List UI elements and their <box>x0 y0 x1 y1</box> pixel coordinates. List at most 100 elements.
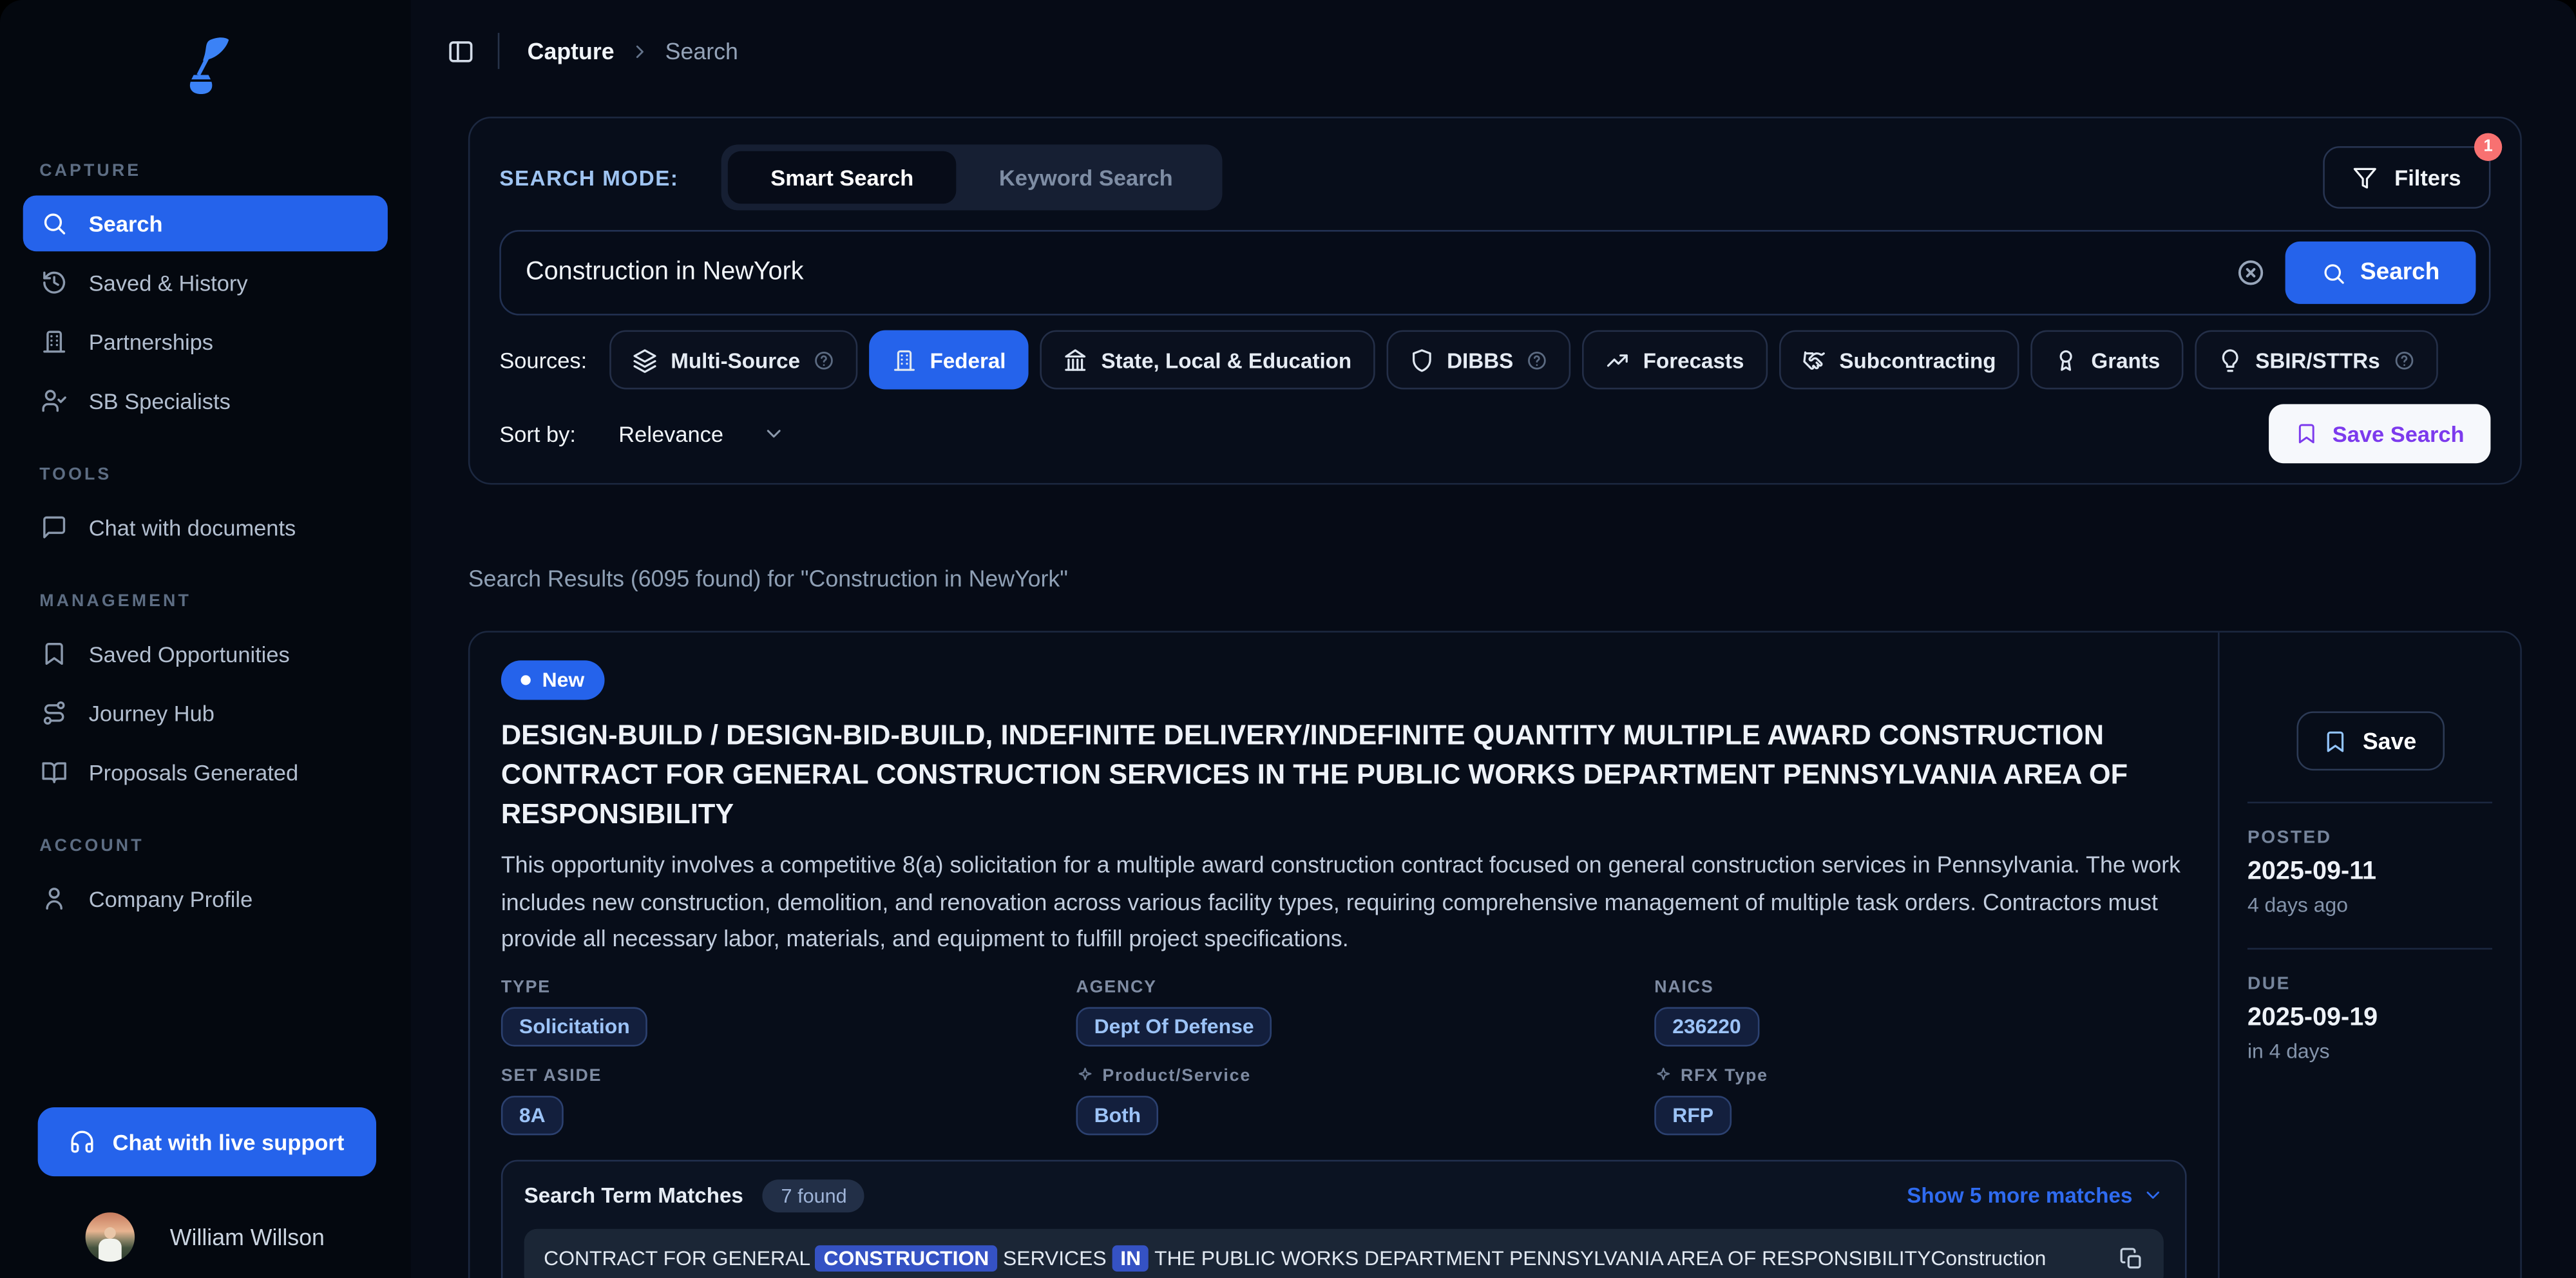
book-open-icon <box>41 759 68 785</box>
result-card-rail: Save POSTED 2025-09-11 4 days ago DUE 20… <box>2218 633 2520 1278</box>
results-summary: Search Results (6095 found) for "Constru… <box>468 565 1068 591</box>
route-icon <box>41 700 68 726</box>
save-button-label: Save <box>2363 728 2416 754</box>
posted-date: 2025-09-11 <box>2247 857 2492 887</box>
clear-search-icon[interactable] <box>2229 251 2271 294</box>
due-label: DUE <box>2247 974 2492 994</box>
award-icon <box>2054 347 2078 372</box>
sidebar-item-label: SB Specialists <box>89 388 231 413</box>
bookmark-icon <box>2323 729 2348 753</box>
chat-bubble-icon <box>41 514 68 540</box>
source-chip-sbir-sttrs[interactable]: SBIR/STTRs <box>2195 330 2438 390</box>
opportunity-title[interactable]: DESIGN-BUILD / DESIGN-BID-BUILD, INDEFIN… <box>501 716 2187 834</box>
user-profile-row[interactable]: William Willson <box>0 1199 411 1275</box>
chevron-down-icon <box>2142 1185 2164 1206</box>
sidebar-item-chat-documents[interactable]: Chat with documents <box>23 499 388 555</box>
source-chip-subcontracting[interactable]: Subcontracting <box>1779 330 2019 390</box>
sidebar-item-label: Saved Opportunities <box>89 642 290 666</box>
opportunity-meta-grid: TYPE Solicitation AGENCY Dept Of Defense… <box>501 977 2187 1135</box>
source-chip-dibbs[interactable]: DIBBS <box>1386 330 1571 390</box>
shield-icon <box>1409 347 1433 372</box>
show-more-matches-link[interactable]: Show 5 more matches <box>1907 1183 2164 1208</box>
sidebar-item-proposals-generated[interactable]: Proposals Generated <box>23 744 388 800</box>
matches-header: Search Term Matches 7 found Show 5 more … <box>524 1179 2164 1212</box>
meta-value-badge: 236220 <box>1654 1007 1759 1046</box>
new-badge-label: New <box>542 669 585 692</box>
search-input-wrap: Search <box>499 230 2490 316</box>
quill-ink-logo-icon <box>181 36 231 95</box>
sidebar-item-label: Company Profile <box>89 886 253 911</box>
sidebar-item-saved-opportunities[interactable]: Saved Opportunities <box>23 626 388 682</box>
funnel-icon <box>2353 165 2378 189</box>
help-circle-icon <box>1527 349 1548 370</box>
matches-title: Search Term Matches <box>524 1183 743 1208</box>
sidebar-item-sb-specialists[interactable]: SB Specialists <box>23 373 388 429</box>
user-icon <box>41 886 68 912</box>
section-label-tools: TOOLS <box>39 465 371 485</box>
sidebar-item-journey-hub[interactable]: Journey Hub <box>23 685 388 741</box>
sort-select[interactable]: Relevance <box>618 421 786 446</box>
search-mode-label: SEARCH MODE: <box>499 165 678 189</box>
topbar: Capture Search <box>411 0 2576 102</box>
search-button[interactable]: Search <box>2285 242 2476 304</box>
source-chip-state-local-education[interactable]: State, Local & Education <box>1040 330 1375 390</box>
breadcrumb-app[interactable]: Capture <box>528 38 615 64</box>
save-opportunity-button[interactable]: Save <box>2296 711 2444 770</box>
sidebar-item-partnerships[interactable]: Partnerships <box>23 314 388 370</box>
source-chip-forecasts[interactable]: Forecasts <box>1582 330 1767 390</box>
search-term-matches-panel: Search Term Matches 7 found Show 5 more … <box>501 1159 2187 1278</box>
source-chip-federal[interactable]: Federal <box>869 330 1029 390</box>
headset-icon <box>70 1129 96 1155</box>
main-content: Capture Search SEARCH MODE: Smart Search… <box>411 0 2576 1278</box>
search-input[interactable] <box>526 258 2229 287</box>
meta-cell-type: TYPE Solicitation <box>501 977 1076 1046</box>
filters-button[interactable]: Filters <box>2324 146 2491 209</box>
search-mode-row: SEARCH MODE: Smart Search Keyword Search… <box>499 144 2490 210</box>
search-icon <box>2321 260 2345 285</box>
save-search-button[interactable]: Save Search <box>2268 404 2490 463</box>
copy-icon[interactable] <box>2119 1246 2144 1271</box>
source-chip-label: Forecasts <box>1643 347 1744 372</box>
chat-live-support-button[interactable]: Chat with live support <box>38 1107 376 1176</box>
source-chip-grants[interactable]: Grants <box>2030 330 2183 390</box>
meta-value-badge: Solicitation <box>501 1007 648 1046</box>
source-chip-label: SBIR/STTRs <box>2255 347 2380 372</box>
sidebar-item-saved-history[interactable]: Saved & History <box>23 254 388 310</box>
meta-value-badge: Both <box>1076 1095 1159 1134</box>
sort-row: Sort by: Relevance Save Search <box>499 404 2490 463</box>
matches-count-badge: 7 found <box>763 1179 865 1212</box>
rail-divider <box>2247 802 2492 804</box>
sidebar: CAPTURE Search Saved & History Partnersh… <box>0 0 411 1278</box>
sidebar-item-company-profile[interactable]: Company Profile <box>23 871 388 927</box>
meta-label: SET ASIDE <box>501 1065 1076 1085</box>
bookmark-icon <box>41 641 68 667</box>
source-chip-label: State, Local & Education <box>1101 347 1351 372</box>
section-label-account: ACCOUNT <box>39 836 371 856</box>
user-check-icon <box>41 388 68 414</box>
meta-cell-set-aside: SET ASIDE 8A <box>501 1065 1076 1134</box>
tab-smart-search[interactable]: Smart Search <box>728 151 957 204</box>
help-circle-icon <box>813 349 834 370</box>
sidebar-item-search[interactable]: Search <box>23 195 388 251</box>
meta-cell-rfx-type: RFX Type RFP <box>1654 1065 2186 1134</box>
breadcrumb-page[interactable]: Search <box>665 38 738 64</box>
due-date: 2025-09-19 <box>2247 1004 2492 1033</box>
meta-label: AGENCY <box>1076 977 1655 997</box>
tab-keyword-search[interactable]: Keyword Search <box>957 151 1216 204</box>
filters-count-badge: 1 <box>2474 133 2502 161</box>
match-text: CONTRACT FOR GENERAL CONSTRUCTION SERVIC… <box>544 1243 2096 1274</box>
result-card: New DESIGN-BUILD / DESIGN-BID-BUILD, IND… <box>468 631 2522 1278</box>
new-badge: New <box>501 660 604 700</box>
user-name: William Willson <box>170 1224 325 1250</box>
chevron-right-icon <box>629 40 651 61</box>
source-chip-label: Federal <box>930 347 1006 372</box>
search-icon <box>41 210 68 236</box>
source-chip-multi-source[interactable]: Multi-Source <box>610 330 857 390</box>
source-chip-label: Subcontracting <box>1839 347 1996 372</box>
search-mode-toggle: Smart Search Keyword Search <box>721 144 1222 210</box>
sparkles-icon <box>1076 1067 1094 1085</box>
section-label-management: MANAGEMENT <box>39 591 371 611</box>
trending-up-icon <box>1605 347 1630 372</box>
source-chip-label: DIBBS <box>1447 347 1513 372</box>
sidebar-toggle-icon[interactable] <box>444 33 479 68</box>
